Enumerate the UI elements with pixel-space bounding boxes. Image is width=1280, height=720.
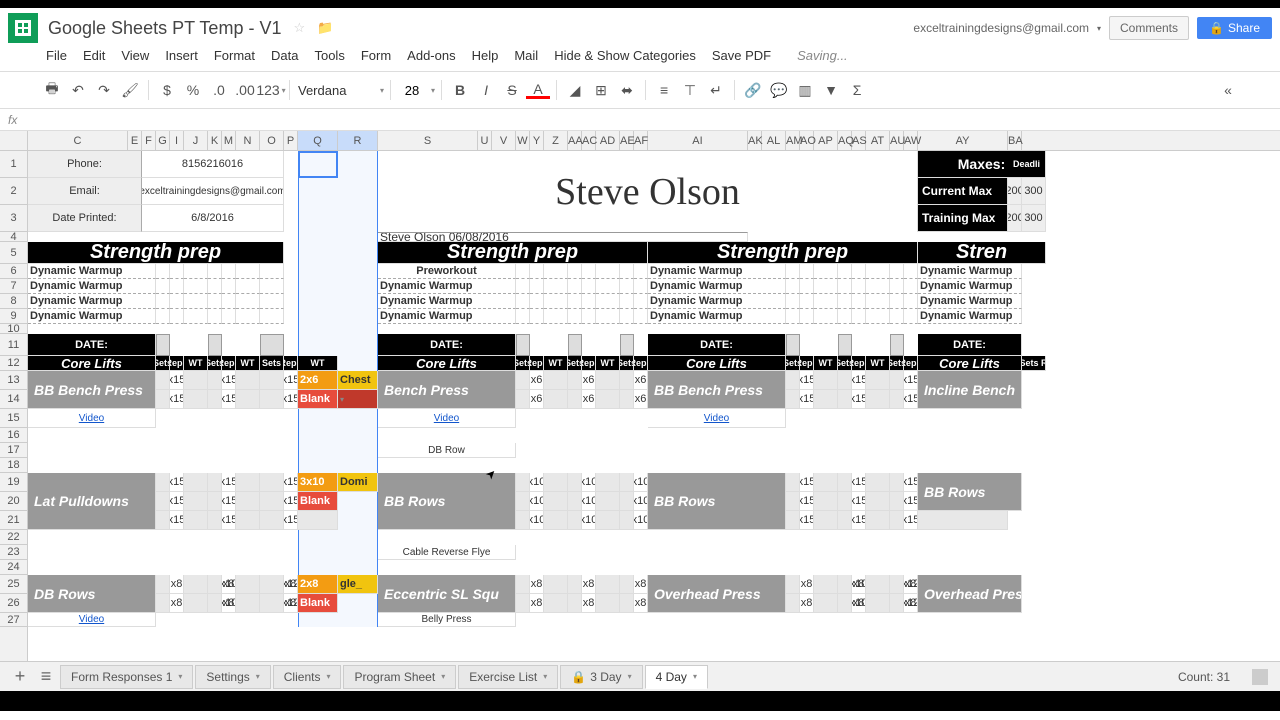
menu-edit[interactable]: Edit — [77, 46, 111, 65]
expand-icon[interactable]: « — [1216, 78, 1240, 102]
currency-icon[interactable]: $ — [155, 78, 179, 102]
link-icon[interactable]: 🔗 — [741, 78, 765, 102]
undo-icon[interactable]: ↶ — [66, 78, 90, 102]
tab-clients[interactable]: Clients▾ — [273, 665, 342, 689]
formula-bar[interactable]: fx — [0, 109, 1280, 131]
account-email[interactable]: exceltrainingdesigns@gmail.com — [913, 21, 1089, 35]
explore-icon[interactable] — [1252, 669, 1268, 685]
menu-file[interactable]: File — [40, 46, 73, 65]
menu-bar: File Edit View Insert Format Data Tools … — [0, 44, 1280, 71]
menu-mail[interactable]: Mail — [508, 46, 544, 65]
tab-settings[interactable]: Settings▾ — [195, 665, 270, 689]
menu-help[interactable]: Help — [466, 46, 505, 65]
add-sheet-icon[interactable]: + — [8, 666, 32, 687]
percent-icon[interactable]: % — [181, 78, 205, 102]
menu-view[interactable]: View — [115, 46, 155, 65]
more-formats[interactable]: 123▾ — [259, 78, 283, 102]
sheet-tabs: + ≡ Form Responses 1▾ Settings▾ Clients▾… — [0, 661, 1280, 691]
font-select[interactable] — [296, 81, 376, 100]
menu-insert[interactable]: Insert — [159, 46, 204, 65]
valign-icon[interactable]: ⊤ — [678, 78, 702, 102]
halign-icon[interactable]: ≡ — [652, 78, 676, 102]
wrap-icon[interactable]: ↵ — [704, 78, 728, 102]
borders-icon[interactable]: ⊞ — [589, 78, 613, 102]
print-icon[interactable]: 🖶 — [40, 78, 64, 102]
doc-title[interactable]: Google Sheets PT Temp - V1 — [48, 18, 281, 39]
toolbar: 🖶 ↶ ↷ 🖌 $ % .0 .00 123▾ ▾ ▾ B I S A ◢ ⊞ … — [0, 71, 1280, 109]
menu-save-pdf[interactable]: Save PDF — [706, 46, 777, 65]
tab-program-sheet[interactable]: Program Sheet▾ — [343, 665, 456, 689]
menu-addons[interactable]: Add-ons — [401, 46, 461, 65]
filter-icon[interactable]: ▼ — [819, 78, 843, 102]
tab-4-day[interactable]: 4 Day▾ — [645, 665, 708, 689]
functions-icon[interactable]: Σ — [845, 78, 869, 102]
dec-decrease-icon[interactable]: .0 — [207, 78, 231, 102]
dec-increase-icon[interactable]: .00 — [233, 78, 257, 102]
italic-icon[interactable]: I — [474, 78, 498, 102]
share-button[interactable]: 🔒 Share — [1197, 17, 1272, 39]
strike-icon[interactable]: S — [500, 78, 524, 102]
tab-form-responses[interactable]: Form Responses 1▾ — [60, 665, 193, 689]
sheets-logo[interactable] — [8, 13, 38, 43]
menu-hide-show[interactable]: Hide & Show Categories — [548, 46, 702, 65]
menu-tools[interactable]: Tools — [308, 46, 350, 65]
comments-button[interactable]: Comments — [1109, 16, 1189, 40]
tab-3-day[interactable]: 🔒 3 Day▾ — [560, 665, 642, 689]
spreadsheet-grid[interactable]: CEFGIJKMNOPQRSUVWYZAAACADAEAFAIAKALAMAOA… — [0, 131, 1280, 661]
all-sheets-icon[interactable]: ≡ — [34, 666, 58, 687]
font-size[interactable] — [397, 83, 427, 98]
selection-count: Count: 31 — [1178, 670, 1250, 684]
chart-icon[interactable]: ▥ — [793, 78, 817, 102]
menu-data[interactable]: Data — [265, 46, 304, 65]
fill-color-icon[interactable]: ◢ — [563, 78, 587, 102]
merge-icon[interactable]: ⬌ — [615, 78, 639, 102]
saving-indicator: Saving... — [791, 46, 854, 65]
text-color-icon[interactable]: A — [526, 81, 550, 99]
menu-form[interactable]: Form — [355, 46, 397, 65]
bold-icon[interactable]: B — [448, 78, 472, 102]
tab-exercise-list[interactable]: Exercise List▾ — [458, 665, 558, 689]
paint-format-icon[interactable]: 🖌 — [118, 78, 142, 102]
comment-icon[interactable]: 💬 — [767, 78, 791, 102]
redo-icon[interactable]: ↷ — [92, 78, 116, 102]
menu-format[interactable]: Format — [208, 46, 261, 65]
